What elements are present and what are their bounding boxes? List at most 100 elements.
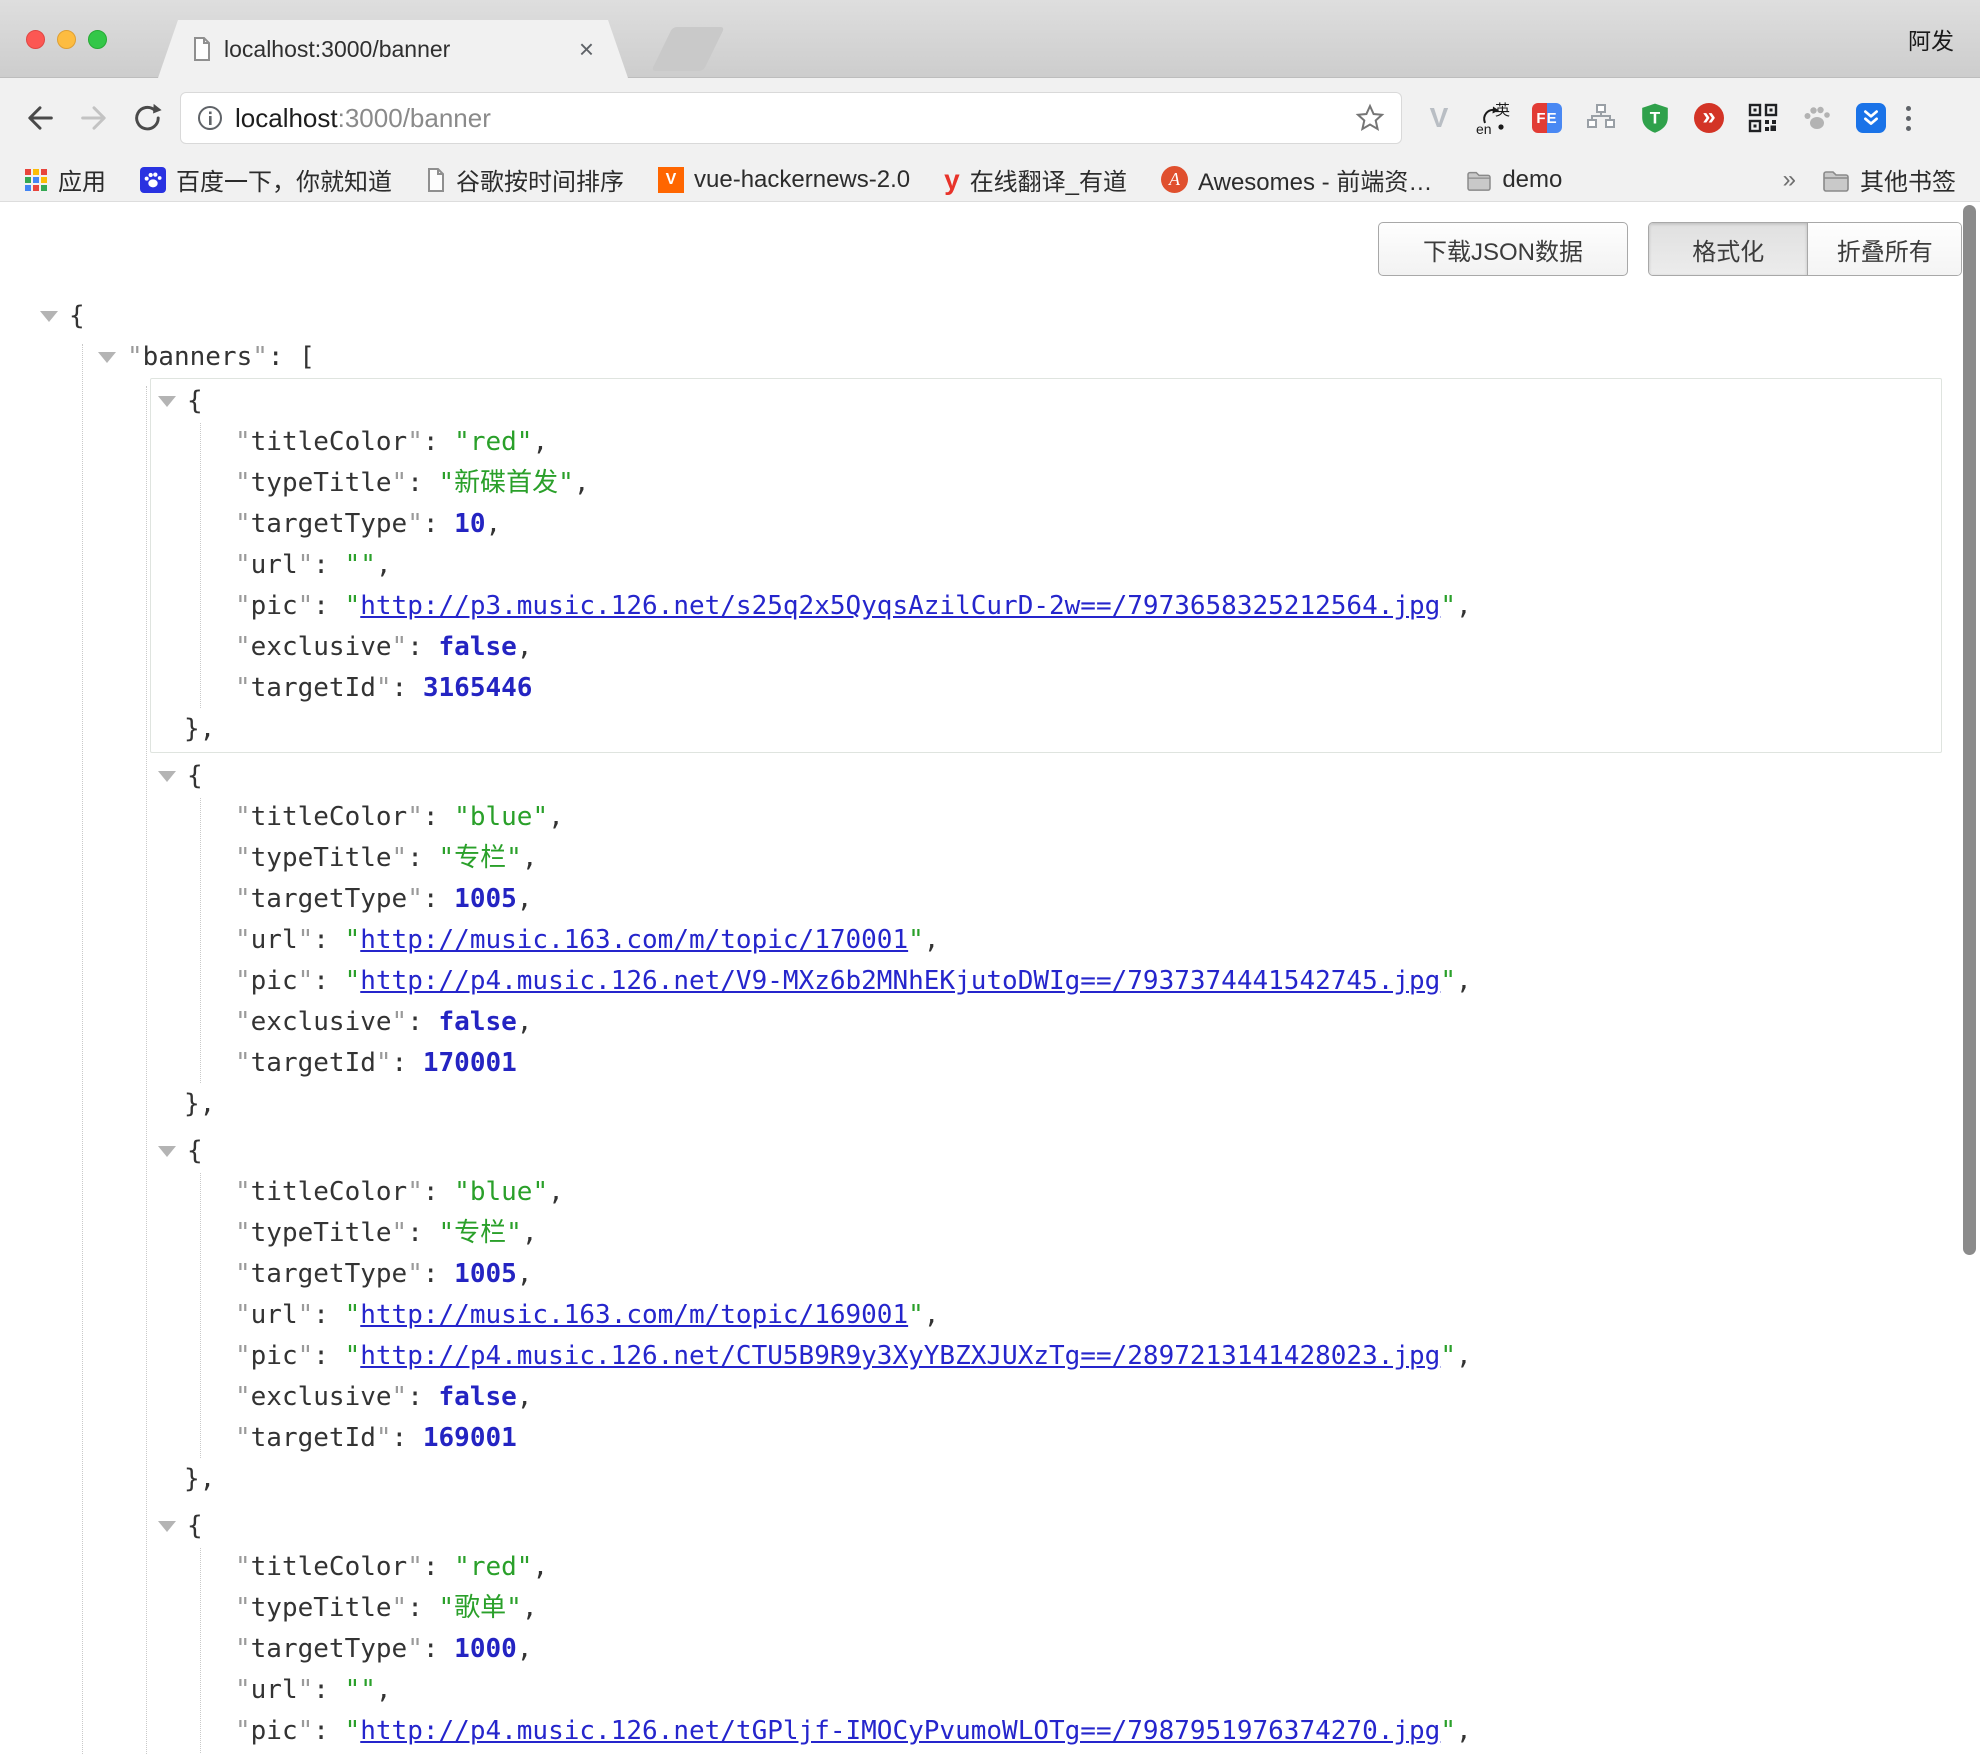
json-link[interactable]: http://p4.music.126.net/V9-MXz6b2MNhEKju…	[360, 966, 1440, 996]
json-token: :	[392, 673, 423, 703]
json-token: "	[235, 1300, 251, 1330]
json-token: "	[345, 591, 361, 621]
json-token: :	[392, 1048, 423, 1078]
vertical-scrollbar[interactable]	[1963, 205, 1976, 1255]
shield-extension-icon[interactable]: T	[1638, 101, 1672, 135]
bookmark-awesomes[interactable]: A Awesomes - 前端资…	[1161, 162, 1432, 197]
json-token: "	[235, 1048, 251, 1078]
json-token: ,	[1456, 1716, 1472, 1746]
json-token: "	[235, 1259, 251, 1289]
baidu-paw-icon	[140, 167, 166, 193]
fe-extension-icon[interactable]: FE	[1530, 101, 1564, 135]
json-key: exclusive	[251, 1007, 392, 1037]
minimize-window-button[interactable]	[57, 30, 76, 49]
close-window-button[interactable]	[26, 30, 45, 49]
bookmark-star-icon[interactable]	[1355, 103, 1385, 133]
json-line: "pic": "http://p4.music.126.net/tGPljf-I…	[151, 1711, 1941, 1752]
bookmarks-overflow-chevron-icon[interactable]: »	[1783, 166, 1796, 194]
bookmark-youdao-translate[interactable]: y 在线翻译_有道	[944, 162, 1127, 197]
collapse-toggle-icon[interactable]	[40, 311, 58, 322]
url-text[interactable]: localhost:3000/banner	[235, 103, 1343, 134]
json-line: "typeTitle": "歌单",	[151, 1588, 1941, 1629]
new-tab-button[interactable]	[651, 27, 724, 71]
json-token: {	[187, 1136, 203, 1166]
json-string-value: "blue"	[454, 1177, 548, 1207]
org-chart-icon	[1586, 103, 1616, 133]
json-link[interactable]: http://p4.music.126.net/CTU5B9R9y3XyYBZX…	[360, 1341, 1440, 1371]
json-line: {	[151, 1131, 1941, 1172]
tab-title: localhost:3000/banner	[224, 36, 567, 63]
json-token: "	[235, 1675, 251, 1705]
browser-tab[interactable]: localhost:3000/banner ×	[158, 20, 628, 78]
json-token: "	[235, 427, 251, 457]
json-token: "	[1440, 1716, 1456, 1746]
sitemap-extension-icon[interactable]	[1584, 101, 1618, 135]
collapse-toggle-icon[interactable]	[98, 352, 116, 363]
json-key: typeTitle	[251, 843, 392, 873]
download-manager-icon[interactable]	[1854, 101, 1888, 135]
vue-logo-icon: V	[658, 167, 684, 193]
reload-button[interactable]	[126, 96, 170, 140]
zoom-window-button[interactable]	[88, 30, 107, 49]
url-path: :3000/banner	[338, 103, 491, 133]
json-string-value: "专栏"	[439, 843, 522, 873]
tab-close-icon[interactable]: ×	[579, 36, 594, 62]
bookmark-apps[interactable]: 应用	[24, 162, 106, 197]
translate-icon[interactable]: 英 en	[1476, 101, 1510, 135]
browser-menu-icon[interactable]	[1906, 106, 1911, 131]
json-link[interactable]: http://p3.music.126.net/s25q2x5QyqsAzilC…	[360, 591, 1440, 621]
json-token: :	[423, 1634, 454, 1664]
bookmark-demo-folder[interactable]: demo	[1466, 166, 1562, 194]
address-bar[interactable]: localhost:3000/banner	[180, 92, 1402, 144]
json-array-item-1: {"titleColor": "blue","typeTitle": "专栏",…	[150, 753, 1942, 1128]
json-line: "titleColor": "blue",	[151, 1172, 1941, 1213]
json-link[interactable]: http://music.163.com/m/topic/169001	[360, 1300, 908, 1330]
json-line: "typeTitle": "专栏",	[151, 1213, 1941, 1254]
collapse-toggle-icon[interactable]	[158, 396, 176, 407]
json-token: "	[407, 802, 423, 832]
browser-profile-name[interactable]: 阿发	[1908, 22, 1954, 56]
json-boolean-value: false	[439, 632, 517, 662]
json-link[interactable]: http://music.163.com/m/topic/170001	[360, 925, 908, 955]
fast-forward-extension-icon[interactable]: »	[1692, 101, 1726, 135]
url-host: localhost	[235, 103, 338, 133]
json-token: },	[184, 1464, 215, 1494]
paw-extension-icon[interactable]	[1800, 101, 1834, 135]
json-string-value: "blue"	[454, 802, 548, 832]
indent-guide	[82, 344, 83, 1754]
json-number-value: 10	[454, 509, 485, 539]
json-token: :	[423, 1552, 454, 1582]
json-token: "	[1440, 1341, 1456, 1371]
json-string-value: "歌单"	[439, 1593, 522, 1623]
collapse-toggle-icon[interactable]	[158, 771, 176, 782]
json-token: "	[298, 1341, 314, 1371]
bookmark-baidu[interactable]: 百度一下，你就知道	[140, 162, 392, 197]
qr-code-icon[interactable]	[1746, 101, 1780, 135]
json-token: "	[376, 673, 392, 703]
json-token: "	[392, 632, 408, 662]
page-info-icon[interactable]	[197, 105, 223, 131]
collapse-toggle-icon[interactable]	[158, 1521, 176, 1532]
json-line: "targetType": 1005,	[151, 1254, 1941, 1295]
indent-guide	[200, 1173, 201, 1458]
other-bookmarks-folder[interactable]: 其他书签	[1822, 162, 1956, 197]
json-token: ,	[548, 802, 564, 832]
json-token: ,	[517, 1382, 533, 1412]
page-favicon-icon	[192, 37, 212, 61]
json-token: "	[235, 468, 251, 498]
json-token: :	[313, 550, 344, 580]
collapse-toggle-icon[interactable]	[158, 1146, 176, 1157]
indent-guide	[200, 1548, 201, 1754]
json-token: ,	[924, 1300, 940, 1330]
json-token: "	[235, 1423, 251, 1453]
json-line: "targetType": 1000,	[151, 1629, 1941, 1670]
json-line: "targetId": 3165446	[151, 668, 1941, 709]
vue-devtools-icon[interactable]: V	[1422, 101, 1456, 135]
bookmark-google-sort[interactable]: 谷歌按时间排序	[426, 162, 624, 197]
forward-button[interactable]	[72, 96, 116, 140]
json-link[interactable]: http://p4.music.126.net/tGPljf-IMOCyPvum…	[360, 1716, 1440, 1746]
back-button[interactable]	[18, 96, 62, 140]
bookmark-vue-hackernews[interactable]: V vue-hackernews-2.0	[658, 166, 910, 194]
json-boolean-value: false	[439, 1007, 517, 1037]
indent-guide	[146, 386, 147, 1754]
